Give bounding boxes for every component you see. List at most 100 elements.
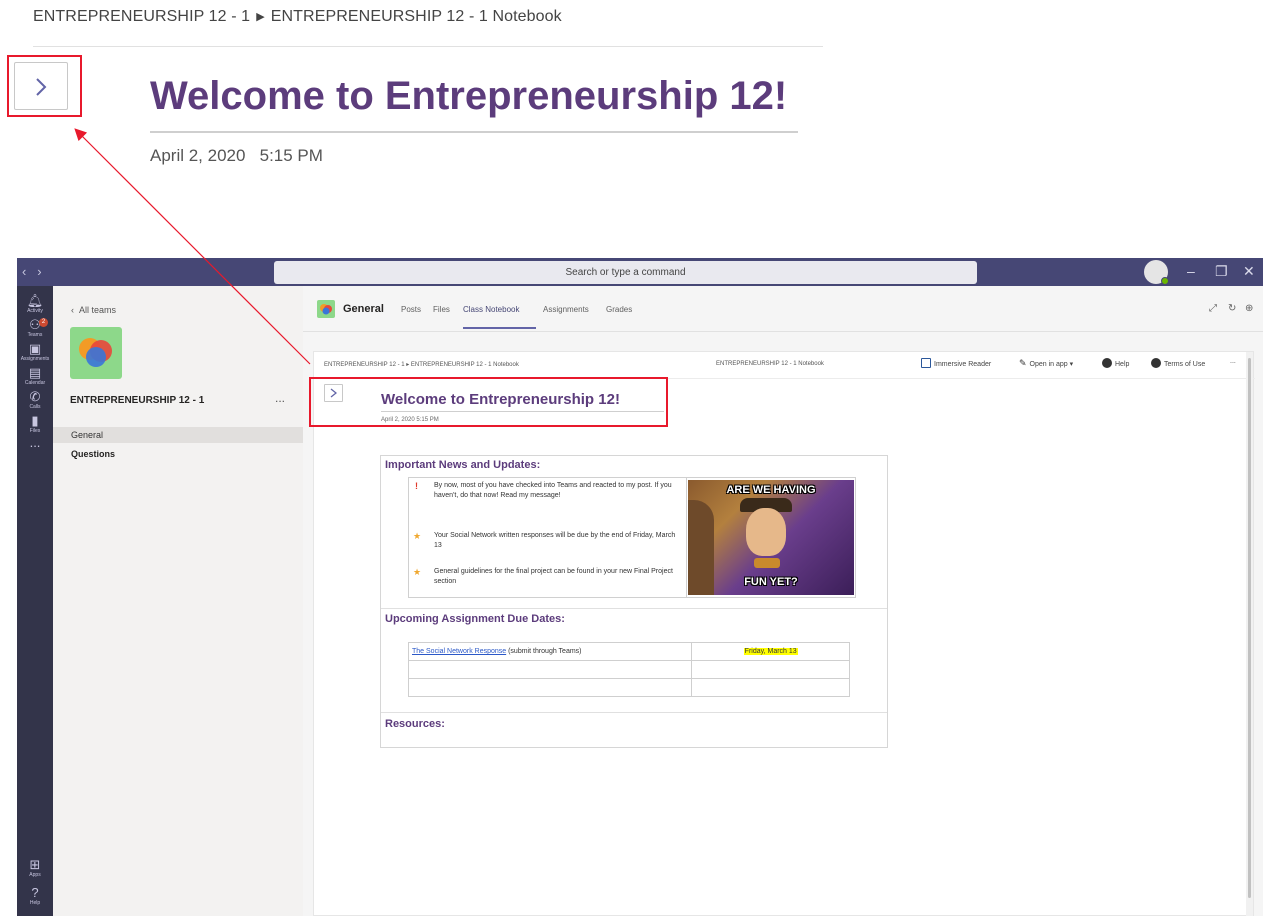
close-icon[interactable]: ✕ (1243, 263, 1255, 280)
all-teams-label: All teams (79, 305, 117, 315)
rail-item-help[interactable]: ? Help (17, 886, 53, 907)
news-heading: Important News and Updates: (385, 459, 541, 471)
zoom-page-date: April 2, 2020 5:15 PM (150, 146, 323, 166)
news-item: By now, most of you have checked into Te… (434, 482, 672, 499)
meme-top-caption: ARE WE HAVING (726, 484, 816, 496)
rail-item-calendar[interactable]: ▤ Calendar (17, 366, 53, 387)
rail-item-calls[interactable]: ✆ Calls (17, 390, 53, 411)
all-teams-link[interactable]: ‹ All teams (71, 305, 116, 315)
back-arrow-icon[interactable]: ‹ (22, 264, 26, 279)
help-button[interactable]: Help (1102, 358, 1129, 368)
due-dates-table: The Social Network Response (submit thro… (407, 642, 850, 697)
refresh-icon[interactable]: ↻ (1228, 303, 1236, 314)
chevron-down-icon: ▾ (1069, 361, 1074, 368)
rail-label: Teams (27, 332, 43, 338)
rail-item-teams[interactable]: ⚇ Teams 2 (17, 318, 53, 339)
rail-label: Calendar (24, 380, 46, 386)
info-icon (1151, 358, 1161, 368)
rail-label: Activity (27, 308, 43, 314)
active-tab-indicator (463, 327, 536, 329)
meme-image: ARE WE HAVING FUN YET? (688, 480, 854, 595)
rail-label: Apps (29, 872, 41, 878)
meme-face (746, 508, 786, 556)
tab-grades[interactable]: Grades (606, 305, 632, 314)
tab-class-notebook[interactable]: Class Notebook (463, 305, 519, 314)
avatar[interactable] (1144, 260, 1169, 285)
assignments-icon: ▣ (28, 341, 42, 356)
table-cell (691, 678, 850, 697)
help-icon: ? (31, 885, 39, 900)
team-panel: ‹ All teams ENTREPRENEURSHIP 12 - 1 ... … (53, 286, 303, 916)
immersive-reader-label: Immersive Reader (934, 361, 992, 368)
zoom-time-text: 5:15 PM (259, 146, 323, 165)
search-input[interactable]: Search or type a command (274, 261, 977, 284)
team-name: ENTREPRENEURSHIP 12 - 1 (70, 395, 205, 406)
rail-label: Calls (29, 404, 41, 410)
rail-item-files[interactable]: ▮ Files (17, 414, 53, 435)
expand-icon[interactable]: ⤢ (1209, 303, 1217, 314)
news-item: Your Social Network written responses wi… (434, 532, 676, 549)
minimize-icon[interactable]: – (1187, 263, 1195, 279)
table-cell (691, 660, 850, 679)
chevron-left-icon: ‹ (71, 305, 74, 315)
zoom-breadcrumb-notebook[interactable]: ENTREPRENEURSHIP 12 - 1 Notebook (271, 8, 562, 25)
table-cell (407, 678, 693, 697)
terms-of-use-button[interactable]: Terms of Use (1151, 358, 1205, 368)
nav-arrows: ‹ › (22, 264, 42, 279)
page-content-container: Important News and Updates: ! By now, mo… (380, 455, 888, 748)
meme-bowtie (754, 558, 780, 568)
help-circle-icon (1102, 358, 1112, 368)
news-item: General guidelines for the final project… (434, 568, 673, 585)
zoom-page-title: Welcome to Entrepreneurship 12! (150, 74, 788, 118)
forward-arrow-icon[interactable]: › (37, 264, 41, 279)
rail-item-more[interactable]: ... (17, 436, 53, 450)
news-column-divider (686, 478, 687, 597)
pencil-icon: ✎ (1019, 358, 1027, 368)
chevron-right-icon (36, 78, 47, 96)
zoom-breadcrumb-section[interactable]: ENTREPRENEURSHIP 12 - 1 (33, 8, 250, 25)
table-row (407, 660, 850, 679)
table-cell: The Social Network Response (submit thro… (407, 642, 693, 661)
tab-assignments[interactable]: Assignments (543, 305, 589, 314)
chat-bubbles-icon (320, 304, 332, 315)
notebook-breadcrumb[interactable]: ENTREPRENEURSHIP 12 - 1 ▸ ENTREPRENEURSH… (324, 361, 519, 368)
presence-available-icon (1161, 277, 1169, 285)
class-notebook-frame: ENTREPRENEURSHIP 12 - 1 ▸ ENTREPRENEURSH… (309, 351, 1255, 916)
rail-item-apps[interactable]: ⊞ Apps (17, 858, 53, 879)
scrollbar-thumb[interactable] (1248, 358, 1251, 898)
table-cell: Friday, March 13 (691, 642, 850, 661)
resources-heading: Resources: (385, 718, 445, 730)
team-more-options-icon[interactable]: ... (275, 391, 285, 405)
notification-badge: 2 (39, 318, 48, 327)
main-content: General Posts Files Class Notebook Assig… (303, 286, 1263, 916)
zoom-divider (33, 46, 823, 47)
tab-files[interactable]: Files (433, 305, 450, 314)
channel-header: General Posts Files Class Notebook Assig… (303, 286, 1263, 332)
channel-item-questions[interactable]: Questions (53, 446, 303, 462)
rail-item-assignments[interactable]: ▣ Assignments (17, 342, 53, 363)
channel-item-general[interactable]: General (53, 427, 303, 443)
meme-bottom-caption: FUN YET? (744, 576, 798, 588)
highlight-box-notebook (309, 377, 668, 427)
calendar-icon: ▤ (28, 365, 42, 380)
more-icon: ... (29, 435, 41, 450)
expand-navigation-button[interactable] (14, 62, 68, 110)
rail-label: Assignments (20, 356, 50, 362)
notebook-more-icon[interactable]: ... (1230, 358, 1236, 365)
tab-posts[interactable]: Posts (401, 305, 421, 314)
notebook-scrollbar[interactable] (1246, 352, 1253, 916)
title-bar: ‹ › Search or type a command – ❐ ✕ (17, 258, 1263, 286)
channel-team-icon (317, 300, 335, 318)
assignment-link[interactable]: The Social Network Response (412, 648, 506, 655)
rail-item-activity[interactable]: 🔔︎ Activity (17, 294, 53, 315)
open-in-app-label: Open in app (1029, 361, 1068, 368)
globe-icon[interactable]: ⊕ (1245, 303, 1253, 314)
due-date-highlight: Friday, March 13 (743, 648, 798, 655)
section-divider (381, 608, 887, 609)
zoom-breadcrumb: ENTREPRENEURSHIP 12 - 1 ▶ ENTREPRENEURSHIP… (33, 8, 562, 26)
maximize-icon[interactable]: ❐ (1215, 263, 1228, 280)
phone-icon: ✆ (29, 389, 41, 404)
assignment-note: (submit through Teams) (506, 648, 582, 655)
open-in-app-button[interactable]: ✎ Open in app ▾ (1019, 358, 1073, 369)
immersive-reader-button[interactable]: Immersive Reader (921, 358, 991, 368)
